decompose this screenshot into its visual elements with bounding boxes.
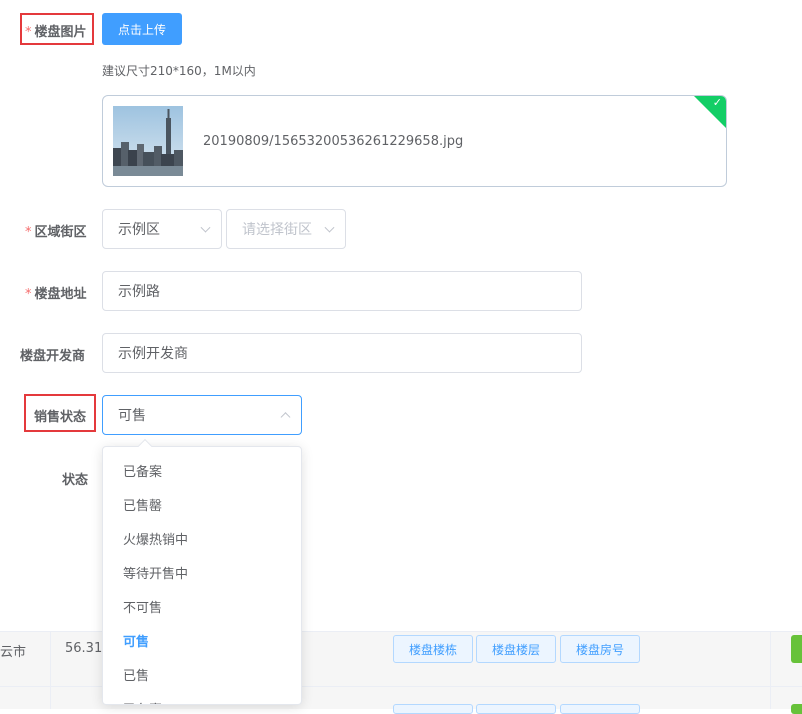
- status-label: 状态: [62, 473, 89, 488]
- green-action-button[interactable]: [791, 635, 802, 663]
- address-input[interactable]: 示例路: [102, 271, 582, 311]
- uploaded-file-card[interactable]: 20190809/15653200536261229658.jpg ✓: [102, 95, 727, 187]
- sale-status-select[interactable]: 可售: [102, 395, 302, 435]
- address-label: * 楼盘地址: [25, 287, 87, 302]
- developer-input[interactable]: 示例开发商: [102, 333, 582, 373]
- chevron-down-icon: [200, 222, 211, 233]
- table-col-divider: [770, 631, 771, 709]
- street-select-placeholder: 请选择街区: [242, 222, 312, 238]
- option-awaiting-sale[interactable]: 等待开售中: [103, 555, 301, 589]
- building-rooms-button[interactable]: 楼盘房号: [560, 635, 640, 663]
- option-not-for-sale[interactable]: 不可售: [103, 589, 301, 623]
- upload-button[interactable]: 点击上传: [102, 13, 182, 45]
- option-sold-out[interactable]: 已售罄: [103, 487, 301, 521]
- table-cell-city: 云市: [0, 645, 27, 660]
- building-floors-button[interactable]: 楼盘楼层: [476, 635, 556, 663]
- table-action-button-partial[interactable]: [560, 704, 640, 714]
- sale-status-label: 销售状态: [34, 410, 87, 425]
- file-name: 20190809/15653200536261229658.jpg: [203, 134, 464, 149]
- option-for-sale[interactable]: 可售: [103, 623, 301, 657]
- chevron-up-icon: [280, 412, 291, 423]
- option-filed[interactable]: 已备案: [103, 453, 301, 487]
- option-filed-partial[interactable]: 已备案: [103, 691, 301, 705]
- area-select[interactable]: 示例区: [102, 209, 222, 249]
- green-action-button-partial[interactable]: [791, 704, 802, 714]
- image-label: * 楼盘图片: [25, 25, 87, 40]
- address-input-value: 示例路: [118, 284, 160, 300]
- sale-status-select-value: 可售: [118, 408, 146, 424]
- developer-input-value: 示例开发商: [118, 346, 188, 362]
- street-select[interactable]: 请选择街区: [226, 209, 346, 249]
- building-units-button[interactable]: 楼盘楼栋: [393, 635, 473, 663]
- check-icon: ✓: [712, 96, 722, 109]
- table-cell-number: 56.31: [65, 641, 103, 656]
- option-hot-selling[interactable]: 火爆热销中: [103, 521, 301, 555]
- table-action-button-partial[interactable]: [393, 704, 473, 714]
- required-mark: *: [25, 287, 32, 302]
- district-label: * 区域街区: [25, 225, 87, 240]
- area-select-value: 示例区: [118, 222, 160, 238]
- required-mark: *: [25, 225, 32, 240]
- chevron-down-icon: [324, 222, 335, 233]
- option-sold[interactable]: 已售: [103, 657, 301, 691]
- table-col-divider: [50, 631, 51, 709]
- sale-status-dropdown: 已备案 已售罄 火爆热销中 等待开售中 不可售 可售 已售 已备案: [102, 446, 302, 705]
- upload-hint: 建议尺寸210*160，1M以内: [102, 64, 256, 78]
- required-mark: *: [25, 25, 32, 40]
- table-action-button-partial[interactable]: [476, 704, 556, 714]
- developer-label: 楼盘开发商: [20, 349, 86, 364]
- building-thumbnail: [113, 106, 183, 176]
